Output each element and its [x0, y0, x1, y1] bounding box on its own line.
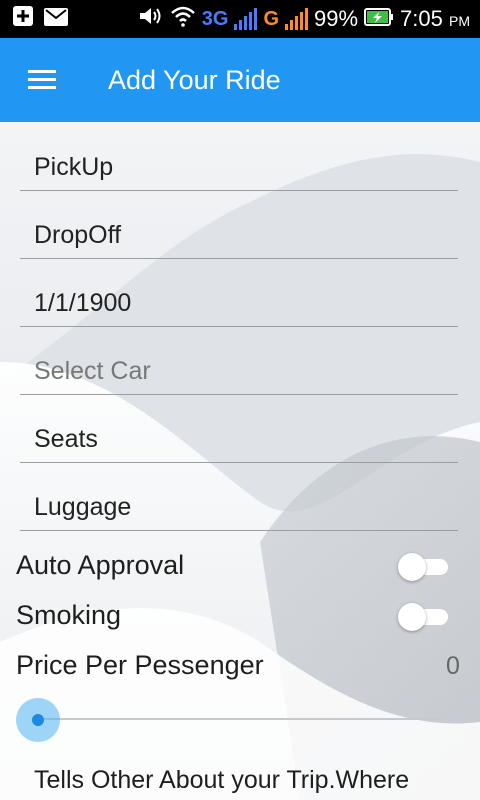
smoking-switch[interactable]: [398, 600, 450, 632]
slider-track: [36, 718, 440, 720]
dropoff-field[interactable]: DropOff: [20, 208, 458, 259]
network-3g-label: 3G: [201, 7, 229, 30]
price-value: 0: [446, 652, 460, 680]
page-title: Add Your Ride: [108, 64, 281, 95]
date-field[interactable]: 1/1/1900: [20, 276, 458, 327]
status-bar: 3G G 99% 7:05 PM: [0, 0, 480, 38]
select-car-placeholder: Select Car: [34, 357, 151, 385]
price-per-passenger-label: Price Per Pessenger: [16, 650, 264, 680]
pickup-field[interactable]: PickUp: [20, 140, 458, 191]
seats-field[interactable]: Seats: [20, 412, 458, 463]
signal-strength-2-icon: [285, 8, 308, 30]
battery-percent: 99%: [314, 6, 359, 31]
auto-approval-switch[interactable]: [398, 550, 450, 582]
switch-thumb: [398, 553, 426, 581]
date-value: 1/1/1900: [34, 289, 132, 317]
menu-button[interactable]: [0, 38, 84, 122]
network-g-label: G: [263, 7, 279, 30]
pickup-value: PickUp: [34, 153, 114, 181]
auto-approval-label: Auto Approval: [16, 550, 185, 580]
seats-value: Seats: [34, 425, 98, 453]
signal-strength-icon: [234, 8, 258, 30]
price-slider[interactable]: [16, 698, 444, 742]
volume-icon: [138, 5, 164, 33]
battery-charging-icon: [364, 6, 394, 32]
wifi-icon: [170, 5, 196, 33]
app-bar: Add Your Ride: [0, 38, 480, 122]
luggage-value: Luggage: [34, 493, 132, 521]
smoking-label: Smoking: [16, 600, 122, 630]
clock: 7:05 PM: [400, 6, 470, 31]
add-ride-form[interactable]: PickUp DropOff 1/1/1900 Select Car Seats…: [0, 122, 480, 800]
trip-description-prompt: Tells Other About your Trip.Where: [34, 766, 410, 794]
mail-icon: [44, 6, 68, 32]
luggage-field[interactable]: Luggage: [20, 480, 458, 531]
switch-thumb: [398, 603, 426, 631]
select-car-field[interactable]: Select Car: [20, 344, 458, 395]
hamburger-menu-icon: [28, 70, 56, 90]
add-notification-icon: [12, 5, 34, 33]
dropoff-value: DropOff: [34, 221, 122, 249]
slider-thumb[interactable]: [32, 714, 44, 726]
